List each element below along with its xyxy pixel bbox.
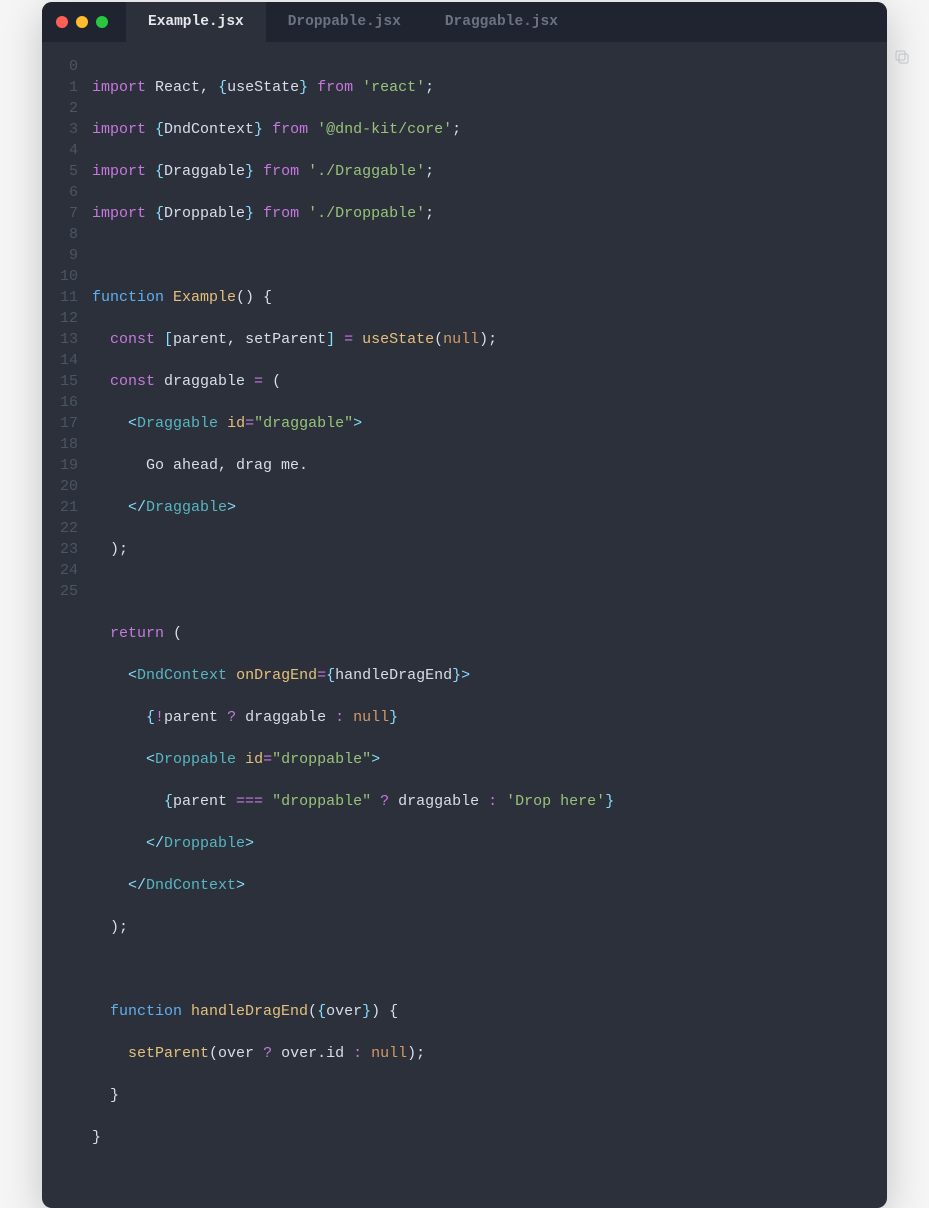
code-line: {!parent ? draggable : null}: [92, 707, 614, 728]
line-number: 19: [52, 455, 78, 476]
line-number: 2: [52, 98, 78, 119]
tab-droppable[interactable]: Droppable.jsx: [266, 2, 423, 42]
minimize-window-button[interactable]: [76, 16, 88, 28]
code-line: {parent === "droppable" ? draggable : 'D…: [92, 791, 614, 812]
line-number: 22: [52, 518, 78, 539]
close-window-button[interactable]: [56, 16, 68, 28]
line-number: 16: [52, 392, 78, 413]
tab-draggable[interactable]: Draggable.jsx: [423, 2, 580, 42]
line-number: 3: [52, 119, 78, 140]
code-line: function Example() {: [92, 287, 614, 308]
line-number: 4: [52, 140, 78, 161]
tab-bar: Example.jsx Droppable.jsx Draggable.jsx: [126, 2, 580, 42]
code-line: <Draggable id="draggable">: [92, 413, 614, 434]
line-number: 18: [52, 434, 78, 455]
line-number: 7: [52, 203, 78, 224]
code-line: import React, {useState} from 'react';: [92, 77, 614, 98]
code-line: }: [92, 1085, 614, 1106]
code-line: <DndContext onDragEnd={handleDragEnd}>: [92, 665, 614, 686]
line-number: 13: [52, 329, 78, 350]
line-number: 20: [52, 476, 78, 497]
line-number: 21: [52, 497, 78, 518]
code-line: <Droppable id="droppable">: [92, 749, 614, 770]
code-line: import {Draggable} from './Draggable';: [92, 161, 614, 182]
code-line: import {DndContext} from '@dnd-kit/core'…: [92, 119, 614, 140]
code-line: function handleDragEnd({over}) {: [92, 1001, 614, 1022]
code-line: import {Droppable} from './Droppable';: [92, 203, 614, 224]
code-line: );: [92, 539, 614, 560]
line-number: 17: [52, 413, 78, 434]
line-number: 11: [52, 287, 78, 308]
line-number: 12: [52, 308, 78, 329]
line-number: 23: [52, 539, 78, 560]
code-line: );: [92, 917, 614, 938]
code-line: [92, 245, 614, 266]
line-gutter: 0 1 2 3 4 5 6 7 8 9 10 11 12 13 14 15 16…: [42, 56, 92, 1190]
code-line: </Draggable>: [92, 497, 614, 518]
line-number: 6: [52, 182, 78, 203]
editor-window: Example.jsx Droppable.jsx Draggable.jsx …: [42, 2, 887, 1208]
maximize-window-button[interactable]: [96, 16, 108, 28]
line-number: 0: [52, 56, 78, 77]
code-content[interactable]: import React, {useState} from 'react'; i…: [92, 56, 614, 1190]
line-number: 14: [52, 350, 78, 371]
code-line: return (: [92, 623, 614, 644]
code-line: </DndContext>: [92, 875, 614, 896]
line-number: 8: [52, 224, 78, 245]
code-line: const [parent, setParent] = useState(nul…: [92, 329, 614, 350]
line-number: 10: [52, 266, 78, 287]
code-line: Go ahead, drag me.: [92, 455, 614, 476]
titlebar: Example.jsx Droppable.jsx Draggable.jsx: [42, 2, 887, 42]
line-number: 25: [52, 581, 78, 602]
line-number: 5: [52, 161, 78, 182]
code-line: }: [92, 1127, 614, 1148]
traffic-lights: [56, 16, 108, 28]
code-line: [92, 959, 614, 980]
code-line: </Droppable>: [92, 833, 614, 854]
code-line: const draggable = (: [92, 371, 614, 392]
line-number: 24: [52, 560, 78, 581]
line-number: 1: [52, 77, 78, 98]
code-area[interactable]: 0 1 2 3 4 5 6 7 8 9 10 11 12 13 14 15 16…: [42, 42, 887, 1208]
code-line: setParent(over ? over.id : null);: [92, 1043, 614, 1064]
tab-example[interactable]: Example.jsx: [126, 2, 266, 42]
code-line: [92, 581, 614, 602]
line-number: 15: [52, 371, 78, 392]
line-number: 9: [52, 245, 78, 266]
